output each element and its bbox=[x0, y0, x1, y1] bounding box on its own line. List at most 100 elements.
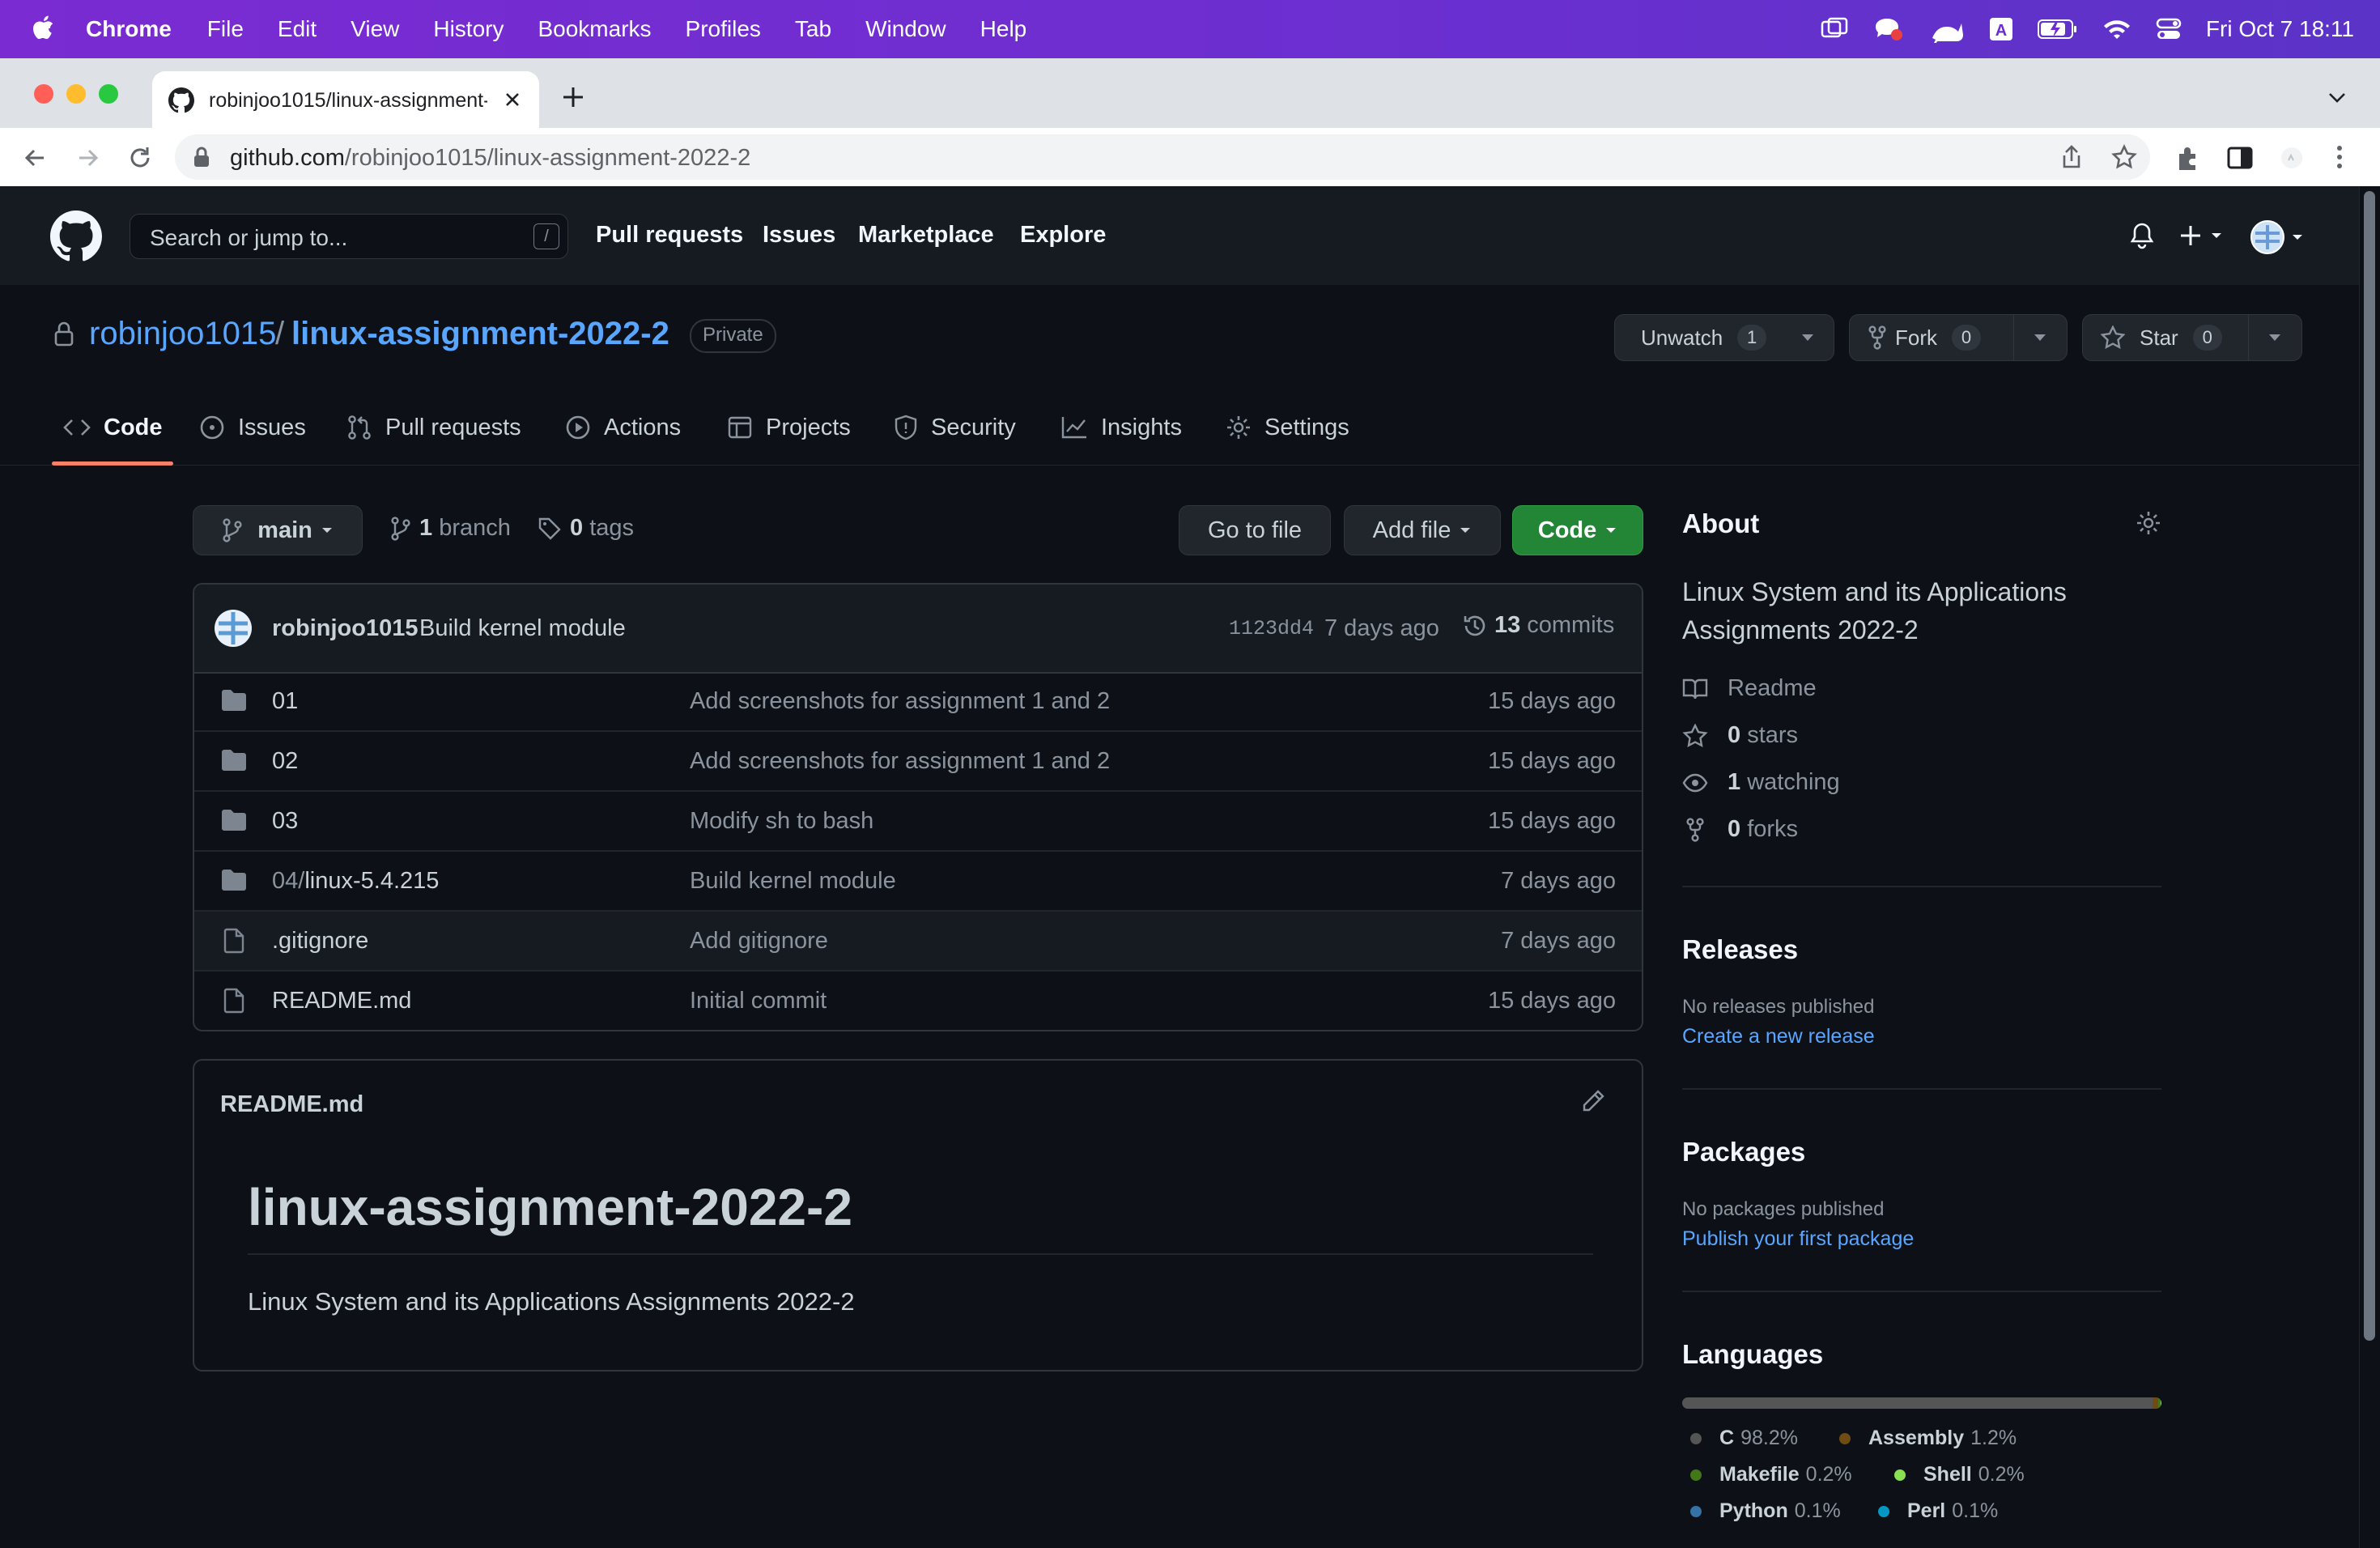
create-release-link[interactable]: Create a new release bbox=[1682, 1025, 1875, 1048]
nav-issues[interactable]: Issues bbox=[763, 222, 835, 249]
nav-explore[interactable]: Explore bbox=[1020, 222, 1106, 249]
file-row[interactable]: 04/linux-5.4.215 Build kernel module 7 d… bbox=[194, 852, 1642, 912]
commit-author[interactable]: robinjoo1015 bbox=[272, 615, 419, 642]
file-commit-message[interactable]: Add screenshots for assignment 1 and 2 bbox=[690, 748, 1110, 775]
file-row[interactable]: .gitignore Add gitignore 7 days ago bbox=[194, 912, 1642, 972]
chat-badge-icon[interactable] bbox=[1872, 15, 1905, 43]
language-item[interactable]: Shell 0.2% bbox=[1894, 1463, 2025, 1486]
about-settings-gear-icon[interactable] bbox=[2136, 510, 2161, 536]
tab-issues[interactable]: Issues bbox=[199, 410, 306, 445]
menu-edit[interactable]: Edit bbox=[278, 16, 317, 42]
file-row[interactable]: 03 Modify sh to bash 15 days ago bbox=[194, 792, 1642, 852]
tab-settings[interactable]: Settings bbox=[1226, 410, 1349, 445]
publish-package-link[interactable]: Publish your first package bbox=[1682, 1227, 1914, 1251]
code-button[interactable]: Code bbox=[1512, 505, 1643, 555]
packages-title[interactable]: Packages bbox=[1682, 1137, 1805, 1167]
readme-link[interactable]: Readme bbox=[1682, 675, 1817, 702]
tab-search-chevron-icon[interactable] bbox=[2327, 89, 2348, 105]
side-panel-icon[interactable] bbox=[2226, 144, 2254, 172]
chrome-menu-icon[interactable] bbox=[2333, 142, 2346, 172]
commit-message[interactable]: Build kernel module bbox=[419, 615, 626, 642]
bookmark-star-icon[interactable] bbox=[2111, 144, 2137, 170]
file-commit-message[interactable]: Add gitignore bbox=[690, 928, 828, 955]
file-name[interactable]: .gitignore bbox=[272, 928, 368, 955]
battery-icon[interactable] bbox=[2037, 19, 2078, 40]
language-item[interactable]: Assembly 1.2% bbox=[1839, 1427, 2017, 1450]
add-file-button[interactable]: Add file bbox=[1344, 505, 1501, 555]
cat-icon[interactable] bbox=[1929, 15, 1965, 43]
menu-help[interactable]: Help bbox=[980, 16, 1027, 42]
nav-marketplace[interactable]: Marketplace bbox=[858, 222, 994, 249]
nav-pull-requests[interactable]: Pull requests bbox=[596, 222, 743, 249]
tab-security[interactable]: Security bbox=[894, 410, 1016, 445]
input-source-icon[interactable]: A bbox=[1989, 17, 2013, 41]
profile-avatar-icon[interactable] bbox=[2280, 146, 2304, 170]
file-row[interactable]: README.md Initial commit 15 days ago bbox=[194, 972, 1642, 1030]
commit-author-avatar[interactable] bbox=[214, 609, 253, 648]
menu-app-name[interactable]: Chrome bbox=[86, 16, 172, 42]
lock-icon[interactable] bbox=[193, 146, 210, 168]
address-bar[interactable]: github.com/robinjoo1015/linux-assignment… bbox=[175, 134, 2150, 180]
new-tab-icon[interactable] bbox=[560, 84, 586, 110]
clock[interactable]: Fri Oct 7 18:11 bbox=[2206, 16, 2354, 42]
file-name[interactable]: README.md bbox=[272, 988, 411, 1014]
file-commit-message[interactable]: Add screenshots for assignment 1 and 2 bbox=[690, 688, 1110, 715]
language-item[interactable]: Perl 0.1% bbox=[1878, 1499, 1998, 1523]
star-button[interactable]: Star 0 bbox=[2083, 315, 2248, 360]
browser-tab[interactable]: robinjoo1015/linux-assignment-2022-2 bbox=[152, 71, 539, 128]
file-commit-message[interactable]: Modify sh to bash bbox=[690, 808, 873, 835]
notifications-bell-icon[interactable] bbox=[2129, 222, 2155, 249]
forward-arrow-icon[interactable] bbox=[74, 144, 102, 172]
star-dropdown-caret[interactable] bbox=[2248, 315, 2301, 360]
close-tab-icon[interactable] bbox=[502, 89, 523, 110]
releases-title[interactable]: Releases bbox=[1682, 934, 1798, 965]
minimize-window-button[interactable] bbox=[66, 84, 86, 104]
apple-icon[interactable] bbox=[31, 13, 55, 42]
watch-dropdown-caret[interactable] bbox=[1782, 315, 1834, 360]
tab-insights[interactable]: Insights bbox=[1060, 410, 1182, 445]
file-name[interactable]: 01 bbox=[272, 688, 298, 715]
file-commit-message[interactable]: Initial commit bbox=[690, 988, 827, 1014]
menu-history[interactable]: History bbox=[433, 16, 504, 42]
fork-button[interactable]: Fork 0 bbox=[1850, 315, 2013, 360]
menu-profiles[interactable]: Profiles bbox=[686, 16, 761, 42]
forks-link[interactable]: 0 forks bbox=[1682, 816, 1798, 843]
zoom-window-button[interactable] bbox=[99, 84, 118, 104]
file-name[interactable]: 03 bbox=[272, 808, 298, 835]
tab-code[interactable]: Code bbox=[63, 410, 163, 445]
wifi-icon[interactable] bbox=[2102, 18, 2131, 40]
branch-select-button[interactable]: main bbox=[193, 505, 363, 555]
menu-tab[interactable]: Tab bbox=[795, 16, 831, 42]
menu-file[interactable]: File bbox=[207, 16, 244, 42]
tab-actions[interactable]: Actions bbox=[565, 410, 681, 445]
github-logo-icon[interactable] bbox=[50, 211, 102, 262]
scrollbar-thumb[interactable] bbox=[2364, 191, 2375, 1341]
reload-icon[interactable] bbox=[126, 144, 154, 172]
repo-owner-link[interactable]: robinjoo1015 bbox=[89, 316, 276, 352]
stars-link[interactable]: 0 stars bbox=[1682, 722, 1798, 749]
tags-link[interactable]: 0 tags bbox=[538, 515, 634, 542]
menu-bookmarks[interactable]: Bookmarks bbox=[538, 16, 651, 42]
branches-link[interactable]: 1 branch bbox=[390, 515, 511, 542]
tab-projects[interactable]: Projects bbox=[727, 410, 851, 445]
screen-mirror-icon[interactable] bbox=[1821, 17, 1848, 41]
file-commit-message[interactable]: Build kernel module bbox=[690, 868, 896, 895]
go-to-file-button[interactable]: Go to file bbox=[1179, 505, 1331, 555]
fork-dropdown-caret[interactable] bbox=[2013, 315, 2066, 360]
file-name[interactable]: 04/linux-5.4.215 bbox=[272, 868, 439, 895]
user-avatar-icon[interactable] bbox=[2250, 220, 2307, 254]
file-row[interactable]: 01 Add screenshots for assignment 1 and … bbox=[194, 672, 1642, 732]
share-icon[interactable] bbox=[2059, 144, 2084, 170]
file-name[interactable]: 02 bbox=[272, 748, 298, 775]
readme-filename[interactable]: README.md bbox=[220, 1091, 363, 1118]
file-row[interactable]: 02 Add screenshots for assignment 1 and … bbox=[194, 732, 1642, 792]
repo-name-link[interactable]: linux-assignment-2022-2 bbox=[291, 316, 669, 352]
commits-link[interactable]: 13 commits bbox=[1462, 612, 1614, 639]
search-input[interactable]: Search or jump to... / bbox=[130, 214, 568, 259]
tab-pull-requests[interactable]: Pull requests bbox=[346, 410, 521, 445]
watchers-link[interactable]: 1 watching bbox=[1682, 769, 1840, 796]
language-item[interactable]: Makefile 0.2% bbox=[1690, 1463, 1852, 1486]
language-item[interactable]: Python 0.1% bbox=[1690, 1499, 1841, 1523]
menu-window[interactable]: Window bbox=[865, 16, 946, 42]
commit-sha[interactable]: 1123dd4 bbox=[1229, 617, 1314, 640]
